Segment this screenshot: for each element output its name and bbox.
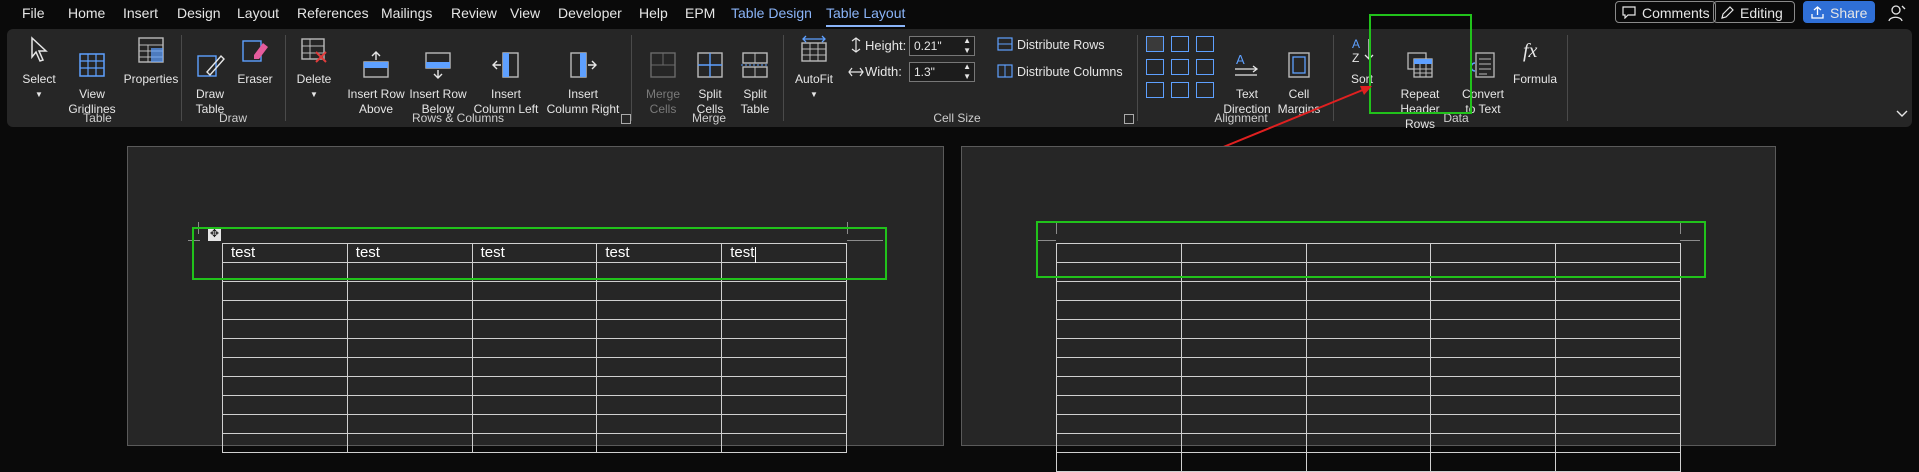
table-row[interactable] — [222, 300, 847, 320]
table-row[interactable] — [1056, 338, 1681, 358]
table-row[interactable] — [1056, 433, 1681, 453]
table-row[interactable] — [1056, 395, 1681, 415]
header-row-highlight-page-1 — [192, 227, 887, 280]
table-row[interactable] — [1056, 414, 1681, 434]
table-row[interactable] — [222, 357, 847, 377]
table-row[interactable] — [1056, 300, 1681, 320]
table-row[interactable] — [1056, 319, 1681, 339]
table-row[interactable] — [1056, 357, 1681, 377]
table-row[interactable] — [222, 281, 847, 301]
table-row[interactable] — [222, 338, 847, 358]
table-row[interactable] — [222, 376, 847, 396]
header-row-highlight-page-2 — [1036, 221, 1706, 278]
document-page-1: ✥ test test test test test — [127, 146, 944, 453]
table-row[interactable] — [222, 395, 847, 415]
table-row[interactable] — [222, 414, 847, 434]
table-row[interactable] — [1056, 281, 1681, 301]
table-row[interactable] — [1056, 452, 1681, 472]
table-row[interactable] — [222, 433, 847, 453]
table-row[interactable] — [222, 319, 847, 339]
table-row[interactable] — [1056, 376, 1681, 396]
document-page-2 — [961, 146, 1776, 472]
